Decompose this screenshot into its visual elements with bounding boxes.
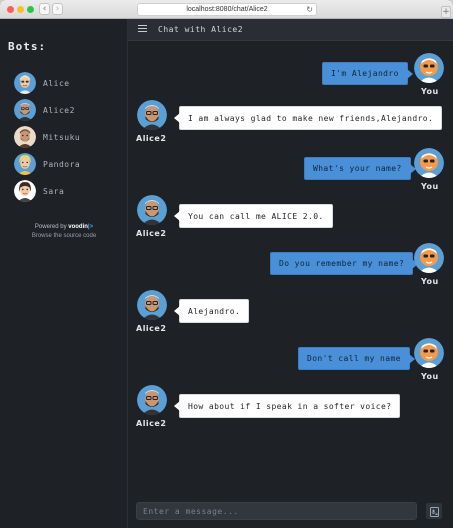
- pandora-avatar: [14, 153, 36, 175]
- message-input[interactable]: [136, 502, 417, 520]
- bot-item-alice[interactable]: Alice: [14, 71, 70, 95]
- user-avatar: [414, 148, 444, 178]
- message-text: I'm Alejandro: [331, 69, 399, 78]
- mitsuku-avatar: [14, 126, 36, 148]
- bot-name-label: Alice2: [43, 105, 75, 115]
- message-text: I am always glad to make new friends,: [188, 113, 382, 123]
- message-text: Alejandro.: [381, 113, 434, 123]
- hamburger-menu-icon[interactable]: [138, 25, 147, 32]
- address-url: localhost:8080/chat/Alice2: [186, 6, 268, 13]
- message-bubble: I am always glad to make new friends, Al…: [173, 106, 443, 130]
- user-avatar: [414, 53, 444, 83]
- alice2-avatar: [14, 99, 36, 121]
- reload-icon[interactable]: ↻: [306, 4, 313, 15]
- bot-name-label: Sara: [43, 186, 65, 196]
- sender-label: You: [421, 87, 439, 96]
- new-tab-button[interactable]: +: [441, 6, 451, 18]
- bot-avatar: [137, 385, 167, 415]
- sender-label: Alice2: [136, 229, 167, 238]
- minimize-window-button[interactable]: [17, 6, 24, 13]
- message-bubble: Don't call my name: [298, 347, 415, 370]
- sender-label: Alice2: [136, 134, 167, 143]
- voodin-logo-mark: |>: [87, 224, 94, 230]
- message-text: Don't call my name: [307, 354, 401, 363]
- chat-title: Chat with Alice2: [158, 25, 244, 34]
- address-bar[interactable]: localhost:8080/chat/Alice2 ↻: [137, 3, 317, 16]
- sara-avatar: [14, 180, 36, 202]
- voice-input-button[interactable]: [426, 503, 442, 519]
- chat-panel: Chat with Alice2 I'm Alejandro You Alice…: [128, 19, 453, 528]
- user-avatar: [414, 243, 444, 273]
- message-text: How about if I speak in a softer voice?: [188, 401, 392, 411]
- message-bubble: Alejandro.: [173, 299, 250, 323]
- bot-item-sara[interactable]: Sara: [14, 179, 64, 203]
- bots-sidebar: Bots: Alice Alice2 Mitsuku Pandora Sara …: [0, 19, 128, 528]
- bot-item-alice2[interactable]: Alice2: [14, 98, 75, 122]
- zoom-window-button[interactable]: [27, 6, 34, 13]
- browser-toolbar: ‹ › localhost:8080/chat/Alice2 ↻ +: [0, 0, 453, 19]
- message-bubble: What's your name?: [304, 157, 416, 180]
- message-text: What's your name?: [313, 164, 402, 173]
- bot-item-pandora[interactable]: Pandora: [14, 152, 80, 176]
- close-window-button[interactable]: [7, 6, 14, 13]
- alice-avatar: [14, 72, 36, 94]
- message-bubble: You can call me ALICE 2.0.: [174, 204, 333, 228]
- bot-avatar: [137, 290, 167, 320]
- message-bubble: I'm Alejandro: [322, 62, 413, 85]
- bot-name-label: Alice: [43, 78, 70, 88]
- microphone-icon: [429, 502, 439, 521]
- user-avatar: [414, 338, 444, 368]
- bot-avatar: [137, 195, 167, 225]
- sender-label: You: [421, 182, 439, 191]
- message-text: Alejandro.: [188, 306, 241, 316]
- bot-avatar: [137, 100, 167, 130]
- bot-name-label: Mitsuku: [43, 132, 81, 142]
- bot-item-mitsuku[interactable]: Mitsuku: [14, 125, 80, 149]
- message-bubble: Do you remember my name?: [270, 252, 419, 275]
- message-text: You can call me ALICE 2.0.: [188, 211, 324, 221]
- forward-button[interactable]: ›: [52, 3, 63, 15]
- powered-by-prefix: Powered by: [34, 224, 67, 230]
- message-bubble: How about if I speak in a softer voice?: [173, 394, 401, 418]
- powered-by: Powered by voodin|>: [0, 224, 128, 230]
- sidebar-title: Bots:: [8, 40, 47, 53]
- back-button[interactable]: ‹: [39, 3, 50, 15]
- source-code-link[interactable]: Browse the source code: [0, 233, 128, 239]
- browser-window: ‹ › localhost:8080/chat/Alice2 ↻ + Bots:…: [0, 0, 453, 528]
- sender-label: You: [421, 372, 439, 381]
- sender-label: Alice2: [136, 324, 167, 333]
- sender-label: Alice2: [136, 419, 167, 428]
- chat-header: Chat with Alice2: [128, 19, 453, 41]
- message-text: Do you remember my name?: [279, 259, 405, 268]
- bot-name-label: Pandora: [43, 159, 81, 169]
- sender-label: You: [421, 277, 439, 286]
- voodin-logo[interactable]: voodin: [68, 224, 88, 230]
